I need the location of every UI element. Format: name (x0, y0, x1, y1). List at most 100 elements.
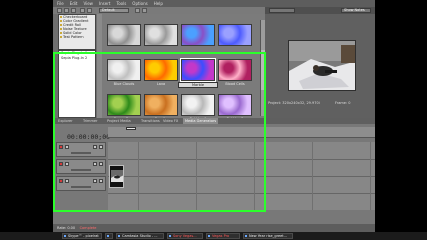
solo-icon[interactable] (99, 179, 103, 183)
explorer-tree[interactable]: Checkerboard Color Gradient Credit Roll Noi… (58, 14, 96, 50)
track-divider (108, 176, 375, 177)
generator-thumb[interactable] (181, 24, 215, 46)
app-icon (208, 235, 210, 237)
generator-thumb-label: Blood Cells (225, 82, 245, 86)
taskbar-item[interactable]: Vegas Pro (206, 233, 240, 239)
folder-icon (60, 16, 62, 18)
menu-item-tools[interactable]: Tools (116, 0, 126, 7)
taskbar-item-label: New Year rise_greet... (249, 234, 288, 238)
timeline-gridline (138, 142, 139, 210)
video-clip[interactable] (109, 165, 124, 188)
track-header-video-1[interactable] (56, 142, 106, 157)
folder-icon (60, 32, 62, 34)
solo-icon[interactable] (99, 145, 103, 149)
preview-quality-dropdown[interactable] (269, 8, 295, 13)
mute-icon[interactable] (93, 145, 97, 149)
folder-icon (60, 24, 62, 26)
preview-image (289, 41, 355, 90)
snap-icon[interactable] (142, 8, 147, 13)
open-icon[interactable] (64, 8, 69, 13)
status-rate: Rate: 0.00 (57, 226, 76, 230)
preview-project-info: Project: 320x240x32, 29.970i (268, 101, 320, 105)
preview-toolbar: Show Notes (265, 7, 375, 14)
taskbar-item[interactable]: Sony Vegas... (167, 233, 203, 239)
taskbar-item-label: Skype™ - pixelrat (68, 234, 99, 238)
taskbar-item[interactable] (105, 233, 113, 239)
mute-icon[interactable] (93, 162, 97, 166)
track-expand-icon[interactable] (65, 145, 69, 149)
timeline-gridline (312, 142, 313, 210)
list-item[interactable]: Sepia Plug-In 2 (59, 56, 95, 61)
menu-item-view[interactable]: View (83, 0, 93, 7)
menu-item-options[interactable]: Options (132, 0, 147, 7)
generator-thumb[interactable] (107, 59, 141, 81)
generator-thumb-label: Lava (156, 82, 166, 86)
track-expand-icon[interactable] (65, 179, 69, 183)
track-divider (108, 159, 375, 160)
vegas-window: File Edit View Insert Tools Options Help Defau… (53, 0, 375, 232)
menu-item-insert[interactable]: Insert (99, 0, 110, 7)
folder-icon (60, 28, 62, 30)
timeline-timecode: 00:00:00;00 (67, 133, 111, 141)
generator-thumb[interactable] (181, 94, 215, 116)
generator-thumb[interactable] (144, 24, 178, 46)
letterbox-right (375, 0, 427, 232)
generator-thumb[interactable] (180, 58, 216, 82)
solo-icon[interactable] (99, 162, 103, 166)
taskbar-item[interactable]: New Year rise_greet... (243, 233, 293, 239)
tree-item-label: Test Pattern (63, 35, 84, 39)
preview-frame-info: Frame: 0 (335, 101, 351, 105)
letterbox-left (0, 0, 53, 232)
app-icon (245, 235, 247, 237)
taskbar-item-label: Sony Vegas... (173, 234, 197, 238)
generator-thumb[interactable] (218, 24, 252, 46)
video-preview: Show Notes Project: 320x240x32, 29.970i … (265, 7, 375, 118)
generator-thumb[interactable] (144, 94, 178, 116)
timeline-gridline (370, 142, 371, 210)
track-header-video-2[interactable] (56, 159, 106, 174)
track-color-icon (59, 179, 63, 183)
track-level-slider[interactable] (71, 169, 91, 171)
generator-thumb[interactable] (107, 94, 141, 116)
generator-thumb[interactable] (144, 59, 178, 81)
undo-icon[interactable] (80, 8, 85, 13)
folder-icon (60, 36, 62, 38)
track-level-slider[interactable] (71, 186, 91, 188)
taskbar-item[interactable]: Skype™ - pixelrat (62, 233, 102, 239)
taskbar: Skype™ - pixelrat Camtasia Studio - ... So… (0, 232, 427, 240)
timeline-ruler[interactable] (108, 127, 375, 138)
app-icon (118, 235, 120, 237)
explorer-list[interactable]: Sepia Plug-In 1 Sepia Plug-In 2 (58, 50, 96, 118)
media-generator-panel: Blue CloudsLavaMarbleBlood CellsCamoufla… (102, 14, 266, 121)
clip-thumbnail (110, 166, 123, 187)
generator-thumb-label: Blue Clouds (113, 82, 135, 86)
track-level-slider[interactable] (71, 152, 91, 154)
playhead-marker[interactable] (126, 127, 136, 130)
generator-thumb[interactable] (218, 59, 252, 81)
track-expand-icon[interactable] (65, 162, 69, 166)
generator-thumb[interactable] (218, 94, 252, 116)
track-header-video-3[interactable] (56, 176, 106, 191)
new-icon[interactable] (57, 8, 62, 13)
redo-icon[interactable] (87, 8, 92, 13)
track-area[interactable] (108, 142, 375, 210)
mute-icon[interactable] (93, 179, 97, 183)
app-icon (64, 235, 66, 237)
save-icon[interactable] (71, 8, 76, 13)
properties-icon[interactable] (135, 8, 140, 13)
tree-item[interactable]: Test Pattern (59, 35, 95, 39)
taskbar-item-label: Vegas Pro (212, 234, 230, 238)
taskbar-item[interactable]: Camtasia Studio - ... (116, 233, 164, 239)
generator-thumb[interactable] (107, 24, 141, 46)
menu-item-help[interactable]: Help (154, 0, 163, 7)
menu-item-edit[interactable]: Edit (70, 0, 78, 7)
track-color-icon (59, 145, 63, 149)
track-divider (108, 193, 375, 194)
track-color-icon (59, 162, 63, 166)
screen: File Edit View Insert Tools Options Help Defau… (0, 0, 427, 240)
app-icon (107, 235, 109, 237)
folder-icon (60, 20, 62, 22)
show-notes-toggle[interactable]: Show Notes (341, 8, 371, 13)
transition-dropdown[interactable]: Default (99, 8, 129, 13)
menu-item-file[interactable]: File (57, 0, 64, 7)
